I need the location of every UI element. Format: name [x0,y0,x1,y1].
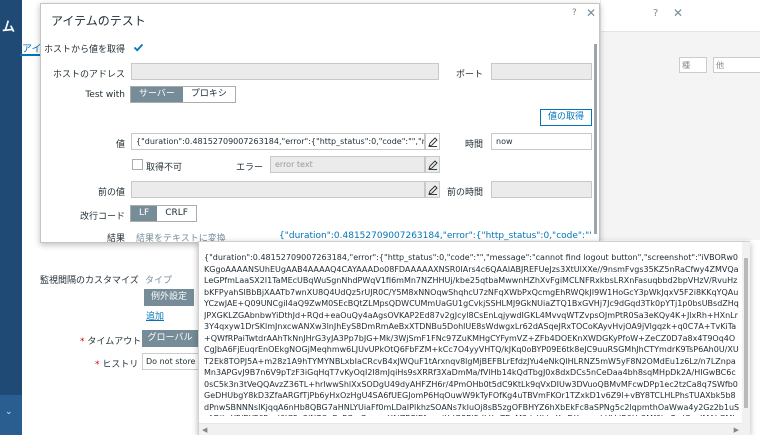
popup-scroll-thumb[interactable] [744,258,748,408]
active-tab-underline [20,54,42,56]
pencil-icon [428,137,438,147]
add-link[interactable]: 追加 [146,309,164,322]
prev-time-input[interactable] [491,181,592,198]
time-label: 時間 [464,140,483,150]
dialog-title: アイテムのテスト [51,14,146,28]
error-input[interactable]: error text [270,156,425,173]
result-label: 結果 [106,234,125,243]
history-label-text: ヒストリ [102,360,139,370]
error-label: エラー [235,163,263,173]
eol-crlf-option[interactable]: CRLF [157,206,196,221]
help-icon[interactable]: ? [572,8,577,18]
checkmark-icon [133,43,144,52]
prev-value-label: 前の値 [97,188,125,198]
scroll-left-icon[interactable]: ◀ [202,426,207,434]
pencil-icon [428,160,438,170]
prev-value-input[interactable] [131,181,425,198]
required-marker: * [95,360,100,370]
pencil-icon [428,185,438,195]
global-button[interactable]: グローバル [142,330,198,347]
error-edit-button[interactable] [425,156,440,173]
not-supported-label: 取得不可 [146,163,183,173]
type-label: タイプ [145,276,173,286]
required-marker: * [80,337,85,347]
timeout-label-text: タイムアウト [87,337,142,347]
port-label: ポート [455,70,483,80]
eol-label: 改行コード [79,212,125,222]
value-input[interactable]: {"duration":0.48152709007263184,"error":… [131,133,425,150]
result-value[interactable]: {"duration":0.48152709007263184,"error":… [279,231,591,241]
bg-field-2[interactable]: 他 [713,57,760,73]
get-value-from-host-label: ホストから値を取得 [43,45,125,55]
value-edit-button[interactable] [425,133,440,150]
popup-vertical-scrollbar[interactable] [742,242,750,435]
close-icon[interactable]: ✕ [673,6,683,20]
time-input[interactable]: now [491,133,592,150]
dialog-scrollbar[interactable] [594,44,597,234]
test-with-proxy-option[interactable]: プロキシ [182,87,235,102]
popup-horizontal-scrollbar[interactable]: ◀ ▶ [199,423,742,435]
test-with-server-option[interactable]: サーバー [131,87,183,102]
host-address-label: ホストのアドレス [52,70,125,80]
eol-toggle: LF CRLF [130,205,197,222]
exception-button[interactable]: 例外設定 [144,289,194,306]
value-label: 値 [115,140,125,150]
sidebar-bottom-tab[interactable]: ⌄ [0,395,22,435]
port-input[interactable] [491,63,592,80]
result-popup-text: {"duration":0.48152709007263184,"error":… [204,253,740,416]
chevron-down-icon: ⌄ [5,407,13,417]
not-supported-checkbox[interactable] [132,159,143,170]
eol-lf-option[interactable]: LF [131,206,158,221]
get-value-button[interactable]: 値の取得 [540,109,592,126]
history-label: * ヒストリ [95,357,138,370]
bg-right-panel: ? ✕ 種 他 [600,0,760,240]
prev-time-label: 前の時間 [446,188,483,198]
bg-sidebar: ム ⌄ [0,0,22,435]
custom-interval-label: 監視間隔のカスタマイズ [40,276,139,286]
close-icon[interactable]: ✕ [586,6,596,20]
history-input[interactable]: Do not store [142,353,200,370]
prev-value-edit-button[interactable] [425,181,440,198]
item-test-dialog: アイテムのテスト ? ✕ ホストから値を取得 ホストのアドレス ポート Test… [40,3,600,243]
timeout-label: * タイムアウト [80,334,141,347]
host-address-input[interactable] [131,63,439,80]
test-with-label: Test with [85,90,125,100]
help-icon[interactable]: ? [653,8,658,19]
sidebar-text: ム [2,20,16,35]
test-with-toggle: サーバー プロキシ [130,86,236,103]
get-value-from-host-checkbox[interactable] [132,41,144,52]
bg-field-1[interactable]: 種 [679,57,707,73]
scroll-right-icon[interactable]: ▶ [734,426,739,434]
bg-right-header: ? ✕ [601,0,760,32]
result-popup: {"duration":0.48152709007263184,"error":… [198,241,750,435]
